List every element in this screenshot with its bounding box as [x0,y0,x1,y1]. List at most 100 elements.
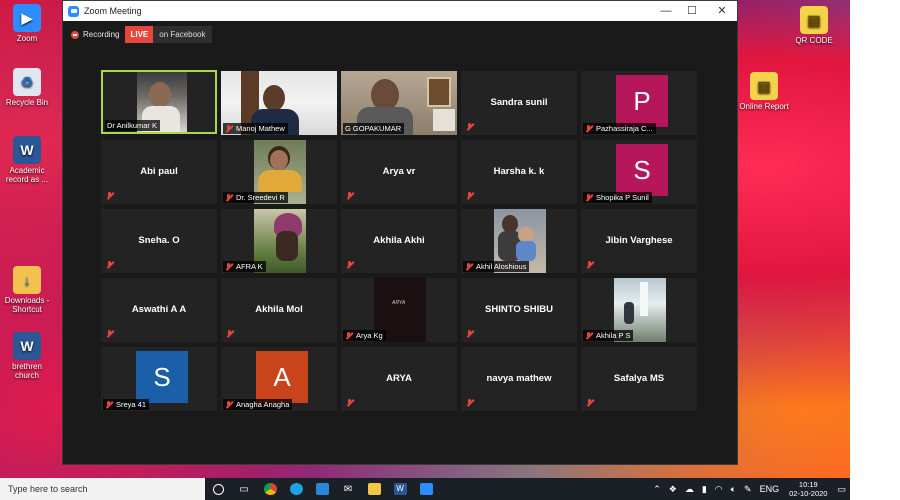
zip-archive-icon: ▤ [800,6,828,34]
live-target-label[interactable]: on Facebook [153,26,212,43]
participant-avatar: P [616,75,668,127]
participant-tile[interactable]: navya mathew [461,347,577,411]
notifications-icon[interactable]: ▭ [833,484,850,495]
participant-name: Akhil Aloshious [463,261,530,272]
live-badge[interactable]: LIVE [125,26,154,43]
participant-tile[interactable]: S Shopika P Sunil [581,140,697,204]
participant-avatar: A [256,351,308,403]
taskbar-search-input[interactable]: Type here to search [0,478,205,500]
muted-mic-icon [466,123,474,131]
muted-mic-icon [225,193,233,202]
edge-icon[interactable] [283,478,309,500]
muted-mic-icon [465,262,473,271]
participant-name-large: Safalya MS [613,373,665,384]
muted-mic-icon [226,330,234,338]
participant-name-large: Harsha k. k [493,166,545,177]
participant-tile[interactable]: Arya vr [341,140,457,204]
chrome-icon[interactable] [257,478,283,500]
desktop-icon-downloads-shortcut[interactable]: ↓ Downloads - Shortcut [0,266,54,314]
participant-name: Sreya 41 [103,399,150,410]
muted-mic-icon [346,399,354,407]
task-view-icon[interactable]: ▭ [231,478,257,500]
participant-name: G GOPAKUMAR [343,123,405,134]
participant-name-large: Sandra sunil [490,97,548,108]
participant-tile[interactable]: Akhila P S [581,278,697,342]
participant-tile[interactable]: Harsha k. k [461,140,577,204]
desktop-icon-qr-code[interactable]: ▤ QR CODE [787,6,841,45]
downloads-folder-icon: ↓ [13,266,41,294]
wifi-icon[interactable]: ◠ [711,484,727,495]
taskbar-clock[interactable]: 10:19 02-10-2020 [783,480,833,498]
participant-avatar: S [616,144,668,196]
participant-tile[interactable]: S Sreya 41 [101,347,217,411]
cloud-icon[interactable]: ☁ [681,484,698,495]
recording-icon [71,30,79,39]
desktop-icon-recycle-bin[interactable]: ♻ Recycle Bin [0,68,54,107]
desktop-icon-zoom[interactable]: ▶ Zoom [0,4,54,43]
clock-time: 10:19 [798,480,818,489]
participant-tile[interactable]: Jibin Varghese [581,209,697,273]
meeting-status-bar: Recording LIVE on Facebook [71,26,212,43]
participant-name: Manoj Mathew [223,123,288,134]
close-button[interactable]: ✕ [707,1,737,21]
muted-mic-icon [225,124,233,133]
muted-mic-icon [466,399,474,407]
participant-tile[interactable]: Abi paul [101,140,217,204]
participant-tile[interactable]: Akhil Aloshious [461,209,577,273]
desktop-icon-label: Online Report [739,102,789,111]
zoom-icon[interactable] [413,478,439,500]
maximize-button[interactable]: ☐ [677,1,707,21]
participant-tile[interactable]: Akhila Mol [221,278,337,342]
dropbox-icon[interactable]: ❖ [665,484,681,495]
participant-name-large: Aswathi A A [131,304,187,315]
participant-tile[interactable]: Sneha. O [101,209,217,273]
chevron-up-icon[interactable]: ⌃ [649,484,665,495]
start-circle-icon[interactable] [205,478,231,500]
participant-tile[interactable]: Manoj Mathew [221,71,337,135]
file-explorer-icon[interactable] [361,478,387,500]
participant-tile[interactable]: Akhila Akhi [341,209,457,273]
participant-tile[interactable]: A Anagha Anagha [221,347,337,411]
muted-mic-icon [105,400,113,409]
participant-name-large: Akhila Mol [255,304,303,315]
participant-tile[interactable]: Aswathi A A [101,278,217,342]
muted-mic-icon [106,261,114,269]
participant-name: Akhila P S [583,330,634,341]
participant-tile[interactable]: ARYA [341,347,457,411]
battery-icon[interactable]: ▮ [698,484,711,495]
pen-icon[interactable]: ✎ [740,484,756,495]
word-icon[interactable]: W [387,478,413,500]
desktop-icon-online-report[interactable]: ▤ Online Report [737,72,791,111]
participant-tile[interactable]: Sandra sunil [461,71,577,135]
muted-mic-icon [585,193,593,202]
desktop-icon-label: QR CODE [795,36,833,45]
recording-label[interactable]: Recording [83,30,119,39]
participant-tile[interactable]: ARYA Arya Kg [341,278,457,342]
desktop-icon-brethren-church[interactable]: W brethren church [0,332,54,380]
word-document-icon: W [13,136,41,164]
participant-name: Dr. Sreedevi R [223,192,288,203]
volume-icon[interactable]: 🔈︎ [727,484,740,495]
mail-icon[interactable]: ✉ [335,478,361,500]
participant-tile[interactable]: Dr Anilkumar K [101,70,217,134]
participant-name-large: SHINTO SHIBU [485,304,553,315]
participant-name-large: Jibin Varghese [605,235,673,246]
zoom-app-icon: ▶ [13,4,41,32]
language-indicator[interactable]: ENG [756,484,784,494]
participant-tile[interactable]: Dr. Sreedevi R [221,140,337,204]
participant-name-large: Abi paul [140,166,178,177]
muted-mic-icon [585,331,593,340]
desktop-icon-academic-record[interactable]: W Academic record as ... [0,136,54,184]
window-title: Zoom Meeting [84,6,142,16]
participant-tile[interactable]: SHINTO SHIBU [461,278,577,342]
participant-tile[interactable]: P Pazhassiraja C... [581,71,697,135]
muted-mic-icon [106,192,114,200]
participant-name-large: Sneha. O [138,235,180,246]
windows-taskbar: Type here to search ▭ ✉ W ⌃ ❖ ☁ ▮ ◠ 🔈︎ ✎… [0,478,850,500]
participant-tile[interactable]: Safalya MS [581,347,697,411]
participant-avatar: S [136,351,188,403]
participant-tile[interactable]: G GOPAKUMAR [341,71,457,135]
store-icon[interactable] [309,478,335,500]
participant-tile[interactable]: AFRA K [221,209,337,273]
window-titlebar[interactable]: Zoom Meeting — ☐ ✕ [63,1,737,21]
